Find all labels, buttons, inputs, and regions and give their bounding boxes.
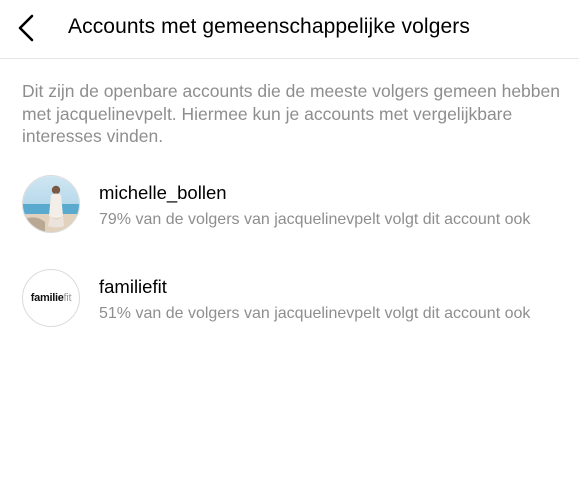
- account-row-familiefit[interactable]: familiefit familiefit 51% van de volgers…: [0, 267, 579, 331]
- familiefit-logo-avatar: familiefit: [30, 292, 72, 304]
- back-button[interactable]: [12, 13, 40, 43]
- top-bar: Accounts met gemeenschappelijke volgers: [0, 0, 579, 59]
- description-text: Dit zijn de openbare accounts die de mee…: [22, 81, 560, 146]
- avatar[interactable]: [22, 175, 80, 233]
- avatar[interactable]: familiefit: [22, 269, 80, 327]
- beach-photo-avatar: [23, 176, 79, 232]
- account-row-michelle-bollen[interactable]: michelle_bollen 79% van de volgers van j…: [0, 173, 579, 237]
- username[interactable]: michelle_bollen: [99, 182, 227, 204]
- mutual-followers-text: 51% van de volgers van jacquelinevpelt v…: [99, 305, 531, 322]
- mutual-followers-text: 79% van de volgers van jacquelinevpelt v…: [99, 211, 531, 228]
- chevron-left-icon: [18, 14, 34, 42]
- page-title: Accounts met gemeenschappelijke volgers: [68, 15, 470, 38]
- username[interactable]: familiefit: [99, 276, 167, 298]
